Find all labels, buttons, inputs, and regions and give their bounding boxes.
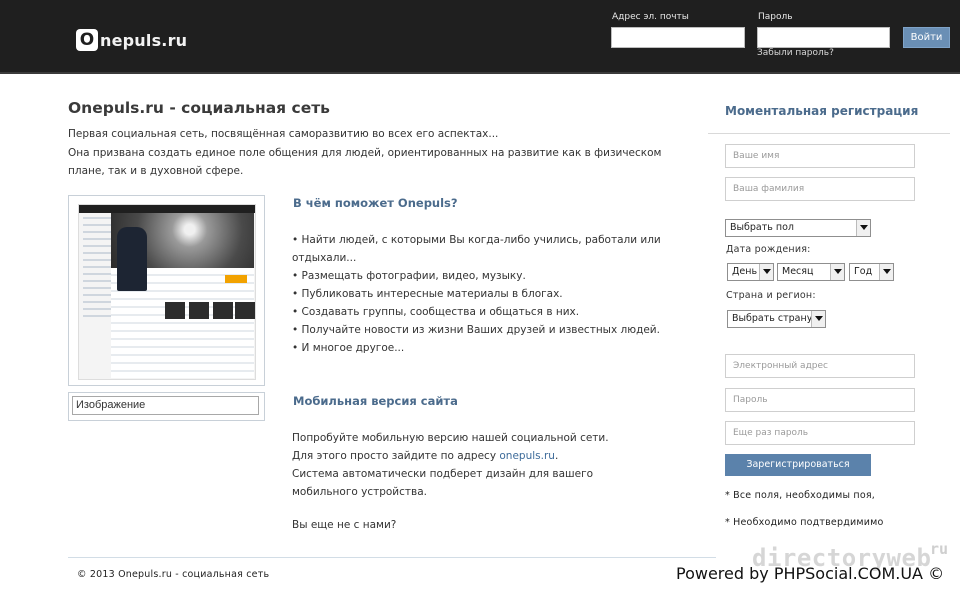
list-item: И многое другое...: [292, 339, 662, 357]
intro-text: Первая социальная сеть, посвящённая само…: [68, 125, 688, 181]
chevron-down-icon: [811, 311, 825, 327]
mobile-line-2-end: .: [554, 450, 559, 462]
register-button[interactable]: Зарегистрироваться: [725, 454, 871, 476]
last-name-input[interactable]: Ваша фамилия: [725, 177, 915, 201]
chevron-down-icon: [879, 264, 893, 280]
copyright-text: © 2013 Onepuls.ru - социальная сеть: [77, 569, 270, 580]
year-select-value: Год: [854, 266, 873, 277]
intro-line-2: Она призвана создать единое поле общения…: [68, 146, 662, 178]
required-note: * Все поля, необходимы поя,: [725, 490, 875, 501]
site-logo[interactable]: O nepuls.ru: [76, 29, 187, 51]
screenshot-sidebar: [83, 217, 111, 317]
site-screenshot-frame: [68, 195, 265, 386]
powered-by-text[interactable]: Powered by PHPSocial.COM.UA ©: [676, 564, 944, 583]
mobile-section-text: Попробуйте мобильную версию нашей социал…: [292, 429, 662, 501]
password-label: Пароль: [758, 12, 793, 22]
screenshot-thumb: [235, 302, 255, 319]
email-label: Адрес эл. почты: [612, 12, 689, 22]
join-text: Вы еще не с нами?: [292, 519, 397, 531]
screenshot-person: [117, 227, 147, 291]
mobile-line-2: Для этого просто зайдите по адресу onepu…: [292, 447, 662, 465]
mobile-line-2-text: Для этого просто зайдите по адресу: [292, 450, 497, 462]
chevron-down-icon: [759, 264, 773, 280]
help-section-title: В чём поможет Onepuls?: [293, 196, 458, 210]
month-select-value: Месяц: [782, 266, 814, 277]
mobile-line-3: Система автоматически подберет дизайн дл…: [292, 468, 594, 498]
birth-day-select[interactable]: День: [727, 263, 774, 281]
email-input[interactable]: Электронный адрес: [725, 354, 915, 378]
intro-line-1: Первая социальная сеть, посвящённая само…: [68, 128, 499, 140]
birth-month-select[interactable]: Месяц: [777, 263, 845, 281]
login-email-input[interactable]: [611, 27, 745, 48]
screenshot-badge: [225, 275, 247, 283]
login-button[interactable]: Войти: [903, 27, 950, 48]
image-caption-field[interactable]: Изображение: [72, 396, 259, 415]
password-input[interactable]: Пароль: [725, 388, 915, 412]
footer-divider: [68, 557, 716, 558]
screenshot-thumb: [189, 302, 209, 319]
list-item: Создавать группы, сообщества и общаться …: [292, 303, 662, 321]
screenshot-thumb: [165, 302, 185, 319]
mobile-section-title: Мобильная версия сайта: [293, 394, 458, 408]
watermark-suffix: ru: [930, 540, 949, 558]
logo-icon: O: [76, 29, 98, 51]
forgot-password-link[interactable]: Забыли пароль?: [757, 48, 834, 58]
country-select-value: Выбрать страну: [732, 313, 813, 324]
first-name-input[interactable]: Ваше имя: [725, 144, 915, 168]
site-screenshot-image: [78, 204, 256, 380]
mobile-line-1: Попробуйте мобильную версию нашей социал…: [292, 432, 609, 444]
logo-text: nepuls.ru: [100, 30, 188, 50]
birthdate-label: Дата рождения:: [726, 244, 811, 255]
login-password-input[interactable]: [757, 27, 890, 48]
divider: [708, 133, 950, 134]
list-item: Получайте новости из жизни Ваших друзей …: [292, 321, 662, 339]
features-list: Найти людей, с которыми Вы когда-либо уч…: [292, 231, 662, 357]
page-title: Onepuls.ru - социальная сеть: [68, 99, 330, 117]
day-select-value: День: [732, 266, 758, 277]
country-label: Страна и регион:: [726, 290, 816, 301]
list-item: Найти людей, с которыми Вы когда-либо уч…: [292, 231, 662, 267]
list-item: Размещать фотографии, видео, музыку.: [292, 267, 662, 285]
list-item: Публиковать интересные материалы в блога…: [292, 285, 662, 303]
top-bar: O nepuls.ru Адрес эл. почты Пароль Войти…: [0, 0, 960, 74]
screenshot-thumb: [213, 302, 233, 319]
gender-select-value: Выбрать пол: [730, 222, 794, 233]
confirm-note: * Необходимо подтвердимимо: [725, 517, 884, 528]
password-repeat-input[interactable]: Еще раз пароль: [725, 421, 915, 445]
registration-title: Моментальная регистрация: [725, 104, 919, 118]
chevron-down-icon: [830, 264, 844, 280]
screenshot-header: [79, 205, 255, 213]
country-select[interactable]: Выбрать страну: [727, 310, 826, 328]
chevron-down-icon: [856, 220, 870, 236]
gender-select[interactable]: Выбрать пол: [725, 219, 871, 237]
birth-year-select[interactable]: Год: [849, 263, 894, 281]
mobile-site-link[interactable]: onepuls.ru: [499, 450, 555, 462]
